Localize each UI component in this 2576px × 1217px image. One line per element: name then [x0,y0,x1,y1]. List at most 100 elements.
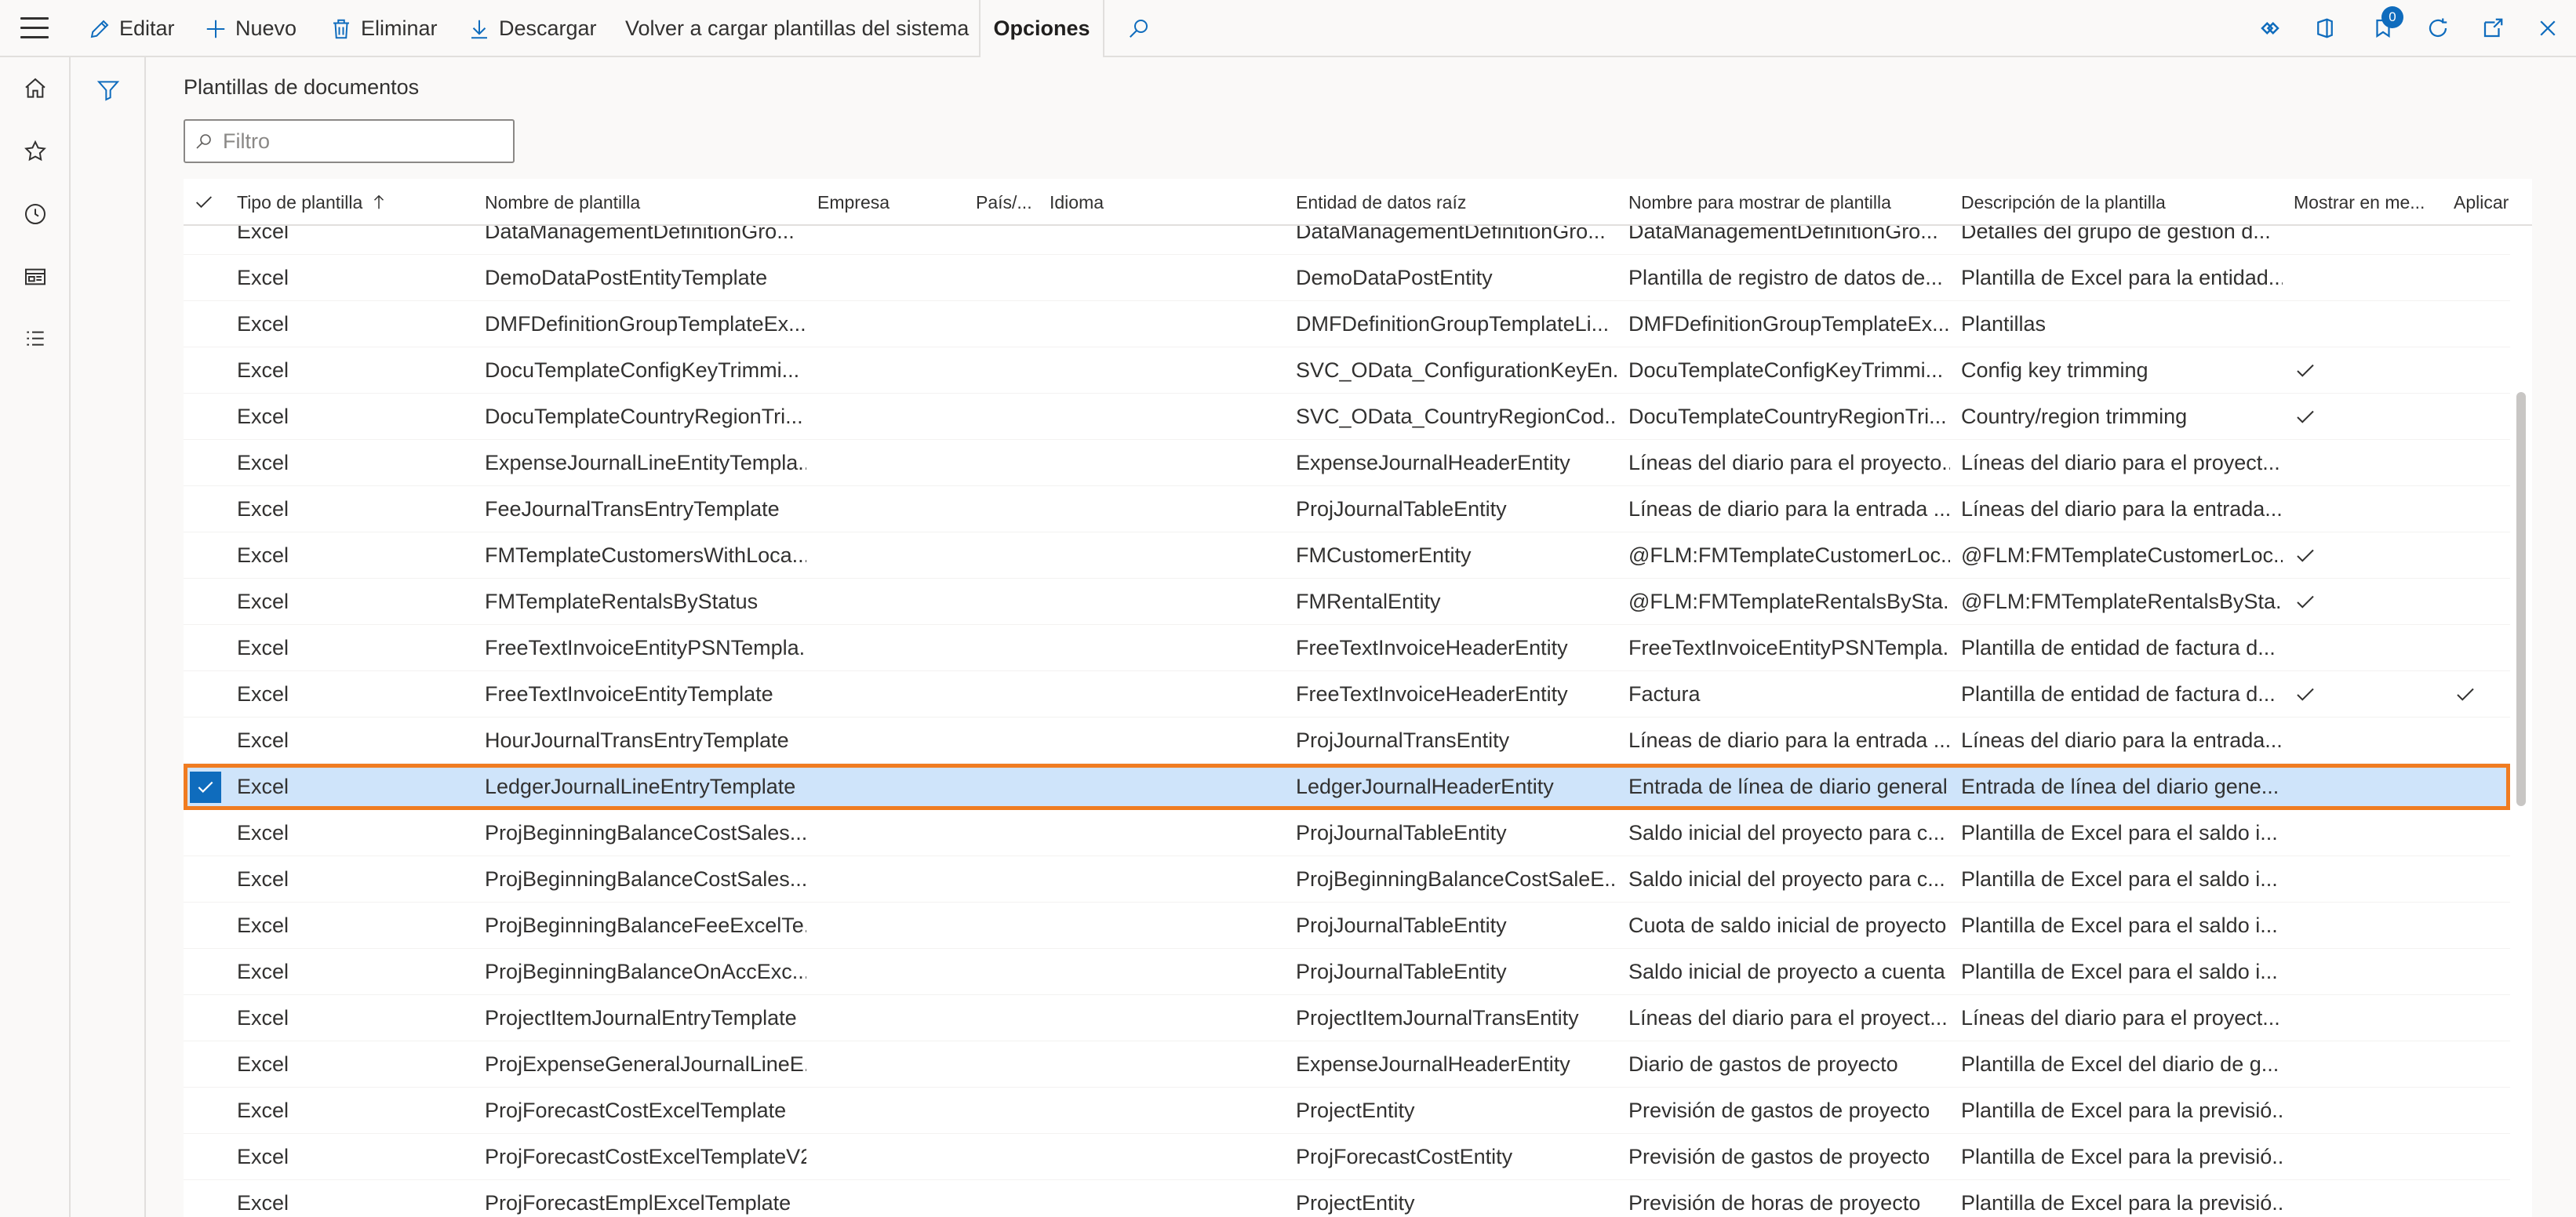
row-select-checkbox[interactable] [190,587,221,618]
cell-root-entity: ProjJournalTableEntity [1296,914,1507,937]
row-select-checkbox[interactable] [190,910,221,942]
row-select-checkbox[interactable] [190,864,221,895]
apply-checkmark-icon [2454,671,2509,717]
row-select-checkbox[interactable] [190,1142,221,1173]
options-tab[interactable]: Opciones [979,0,1104,57]
refresh-icon[interactable] [2422,13,2454,44]
table-row[interactable]: Excel ProjExpenseGeneralJournalLineE... Ex… [184,1041,2510,1088]
cell-template-name: FeeJournalTransEntryTemplate [485,497,780,521]
filter-field[interactable] [184,119,515,163]
cell-display-name: Previsión de horas de proyecto [1628,1191,1921,1215]
modules-list-icon[interactable] [20,324,51,355]
row-select-checkbox[interactable] [190,494,221,525]
download-button[interactable]: Descargar [468,0,597,57]
cell-template-name: ProjForecastCostExcelTemplateV2 [485,1145,806,1168]
table-row[interactable]: Excel FMTemplateRentalsByStatus FMRentalEn… [184,579,2510,625]
column-label: Nombre para mostrar de plantilla [1628,191,1891,213]
home-icon[interactable] [20,73,51,104]
table-row[interactable]: Excel ProjForecastCostExcelTemplate Projec… [184,1088,2510,1134]
column-label: Entidad de datos raíz [1296,191,1467,213]
favorites-star-icon[interactable] [20,136,51,167]
recent-clock-icon[interactable] [20,198,51,230]
row-select-checkbox[interactable] [190,818,221,849]
reload-templates-button[interactable]: Volver a cargar plantillas del sistema [625,0,969,57]
show-in-menu-checkmark-icon [2294,532,2443,579]
column-label: Descripción de la plantilla [1961,191,2166,213]
messages-icon[interactable]: 0 [2367,6,2403,44]
new-label: Nuevo [235,16,297,40]
scrollbar-thumb[interactable] [2516,392,2526,806]
open-new-window-icon[interactable] [2477,13,2509,44]
column-header-display-name[interactable]: Nombre para mostrar de plantilla [1628,179,1950,226]
column-header-description[interactable]: Descripción de la plantilla [1961,179,2283,226]
hamburger-menu-icon[interactable] [20,17,49,39]
table-row[interactable]: Excel ProjBeginningBalanceCostSales... Pro… [184,810,2510,856]
column-header-company[interactable]: Empresa [817,179,974,226]
workspaces-icon[interactable] [20,261,51,292]
column-header-type[interactable]: Tipo de plantilla [237,179,472,226]
table-row[interactable]: Excel FreeTextInvoiceEntityTemplate FreeTe… [184,671,2510,717]
row-select-checkbox[interactable] [190,309,221,340]
table-row[interactable]: Excel ProjForecastCostExcelTemplateV2 Proj… [184,1134,2510,1180]
cell-template-type: Excel [237,821,289,845]
delete-label: Eliminar [361,16,438,40]
cell-root-entity: SVC_OData_ConfigurationKeyEn... [1296,358,1617,382]
search-icon[interactable] [1123,13,1155,44]
row-select-checkbox[interactable] [190,540,221,572]
row-select-checkbox[interactable] [190,633,221,664]
power-apps-icon[interactable] [2254,13,2286,44]
table-row[interactable]: Excel HourJournalTransEntryTemplate ProjJo… [184,717,2510,764]
table-row[interactable]: Excel DMFDefinitionGroupTemplateEx... DMFD… [184,301,2510,347]
table-row[interactable]: Excel DocuTemplateCountryRegionTri... SVC_… [184,394,2510,440]
row-select-checkbox[interactable] [190,957,221,988]
table-row[interactable]: Excel FMTemplateCustomersWithLoca... FMCus… [184,532,2510,579]
column-label: Nombre de plantilla [485,191,641,213]
row-select-checkbox[interactable] [190,725,221,757]
table-row[interactable]: Excel ProjBeginningBalanceFeeExcelTe... Pr… [184,903,2510,949]
table-row[interactable]: Excel ExpenseJournalLineEntityTempla... Ex… [184,440,2510,486]
cell-template-name: DocuTemplateCountryRegionTri... [485,405,803,428]
close-icon[interactable] [2532,13,2563,44]
table-row[interactable]: Excel DemoDataPostEntityTemplate DemoDataP… [184,255,2510,301]
column-label: Aplicar [2454,191,2509,213]
row-select-checkbox[interactable] [190,263,221,294]
cell-display-name: Líneas de diario para la entrada ... [1628,497,1950,521]
table-row[interactable]: Excel FreeTextInvoiceEntityPSNTempla... Fr… [184,625,2510,671]
delete-button[interactable]: Eliminar [329,0,438,57]
row-select-checkbox[interactable] [190,401,221,433]
row-select-checkbox[interactable] [190,355,221,387]
filter-funnel-icon[interactable] [91,73,126,107]
row-select-checkbox[interactable] [190,448,221,479]
row-select-checkbox[interactable] [190,772,221,803]
filter-input[interactable] [223,129,505,154]
cell-description: Líneas del diario para el proyect... [1961,1006,2280,1030]
cell-root-entity: FreeTextInvoiceHeaderEntity [1296,636,1568,659]
row-select-checkbox[interactable] [190,1095,221,1127]
column-header-apply[interactable]: Aplicar [2454,179,2516,226]
cell-root-entity: ProjBeginningBalanceCostSaleE... [1296,867,1617,891]
column-header-root-entity[interactable]: Entidad de datos raíz [1296,179,1617,226]
table-row[interactable]: Excel ProjBeginningBalanceCostSales... Pro… [184,856,2510,903]
column-header-show-in-menu[interactable]: Mostrar en me... [2294,179,2443,226]
table-row[interactable]: Excel ProjectItemJournalEntryTemplate Proj… [184,995,2510,1041]
row-select-checkbox[interactable] [190,679,221,710]
row-select-checkbox[interactable] [190,1049,221,1081]
column-header-name[interactable]: Nombre de plantilla [485,179,806,226]
edit-button[interactable]: Editar [88,0,175,57]
table-row[interactable]: Excel FeeJournalTransEntryTemplate ProjJou… [184,486,2510,532]
select-all-checkbox[interactable] [193,191,215,213]
column-header-language[interactable]: Idioma [1050,179,1285,226]
table-row[interactable]: Excel ProjForecastEmplExcelTemplate Projec… [184,1180,2510,1217]
row-select-checkbox[interactable] [190,1003,221,1034]
column-header-country[interactable]: País/... [976,179,1046,226]
new-button[interactable]: Nuevo [204,0,297,57]
office-icon[interactable] [2309,13,2341,44]
table-row[interactable]: Excel DocuTemplateConfigKeyTrimmi... SVC_O… [184,347,2510,394]
cell-template-name: ProjBeginningBalanceOnAccExc... [485,960,806,983]
table-row[interactable]: Excel LedgerJournalLineEntryTemplate Ledge… [184,764,2510,810]
templates-grid: Tipo de plantilla Nombre de plantilla Em… [184,179,2532,1217]
cell-template-type: Excel [237,682,289,706]
vertical-scrollbar[interactable] [2510,226,2532,1217]
row-select-checkbox[interactable] [190,1188,221,1217]
table-row[interactable]: Excel ProjBeginningBalanceOnAccExc... Proj… [184,949,2510,995]
